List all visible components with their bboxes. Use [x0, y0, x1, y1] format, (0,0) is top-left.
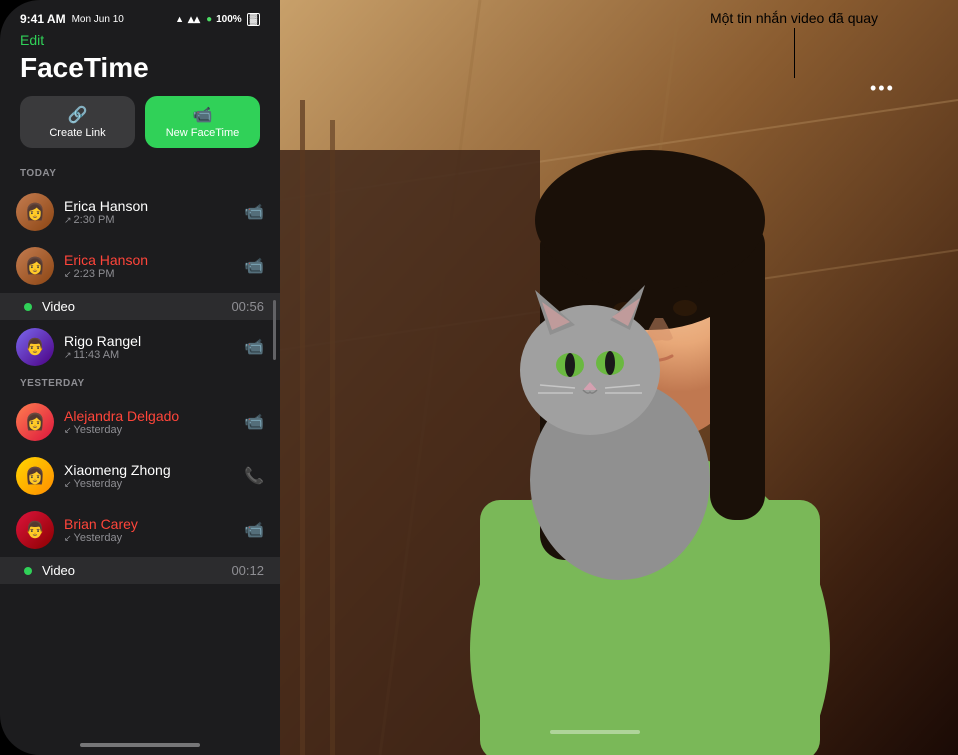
avatar-rigo: 👨 — [16, 328, 54, 366]
avatar-erica2: 👩 — [16, 247, 54, 285]
page-title: FaceTime — [0, 52, 280, 96]
video-call-icon[interactable]: 📹 — [244, 412, 264, 432]
action-buttons: 🔗 Create Link 📹 New FaceTime — [0, 96, 280, 164]
edit-button[interactable]: Edit — [0, 32, 280, 52]
call-time: ↙ Yesterday — [64, 532, 234, 544]
video-call-icon[interactable]: 📹 — [244, 337, 264, 357]
incoming-arrow-icon: ↙ — [64, 425, 72, 436]
call-info-brian: Brian Carey ↙ Yesterday — [64, 516, 234, 544]
annotation-text: Một tin nhắn video đã quay — [710, 10, 878, 26]
video-call-icon[interactable]: 📹 — [244, 202, 264, 222]
scroll-indicator — [273, 300, 276, 360]
call-info-erica1: Erica Hanson ↗ 2:30 PM — [64, 198, 234, 226]
call-item-erica2[interactable]: 👩 Erica Hanson ↙ 2:23 PM 📹 — [0, 239, 280, 293]
call-item-erica1[interactable]: 👩 Erica Hanson ↗ 2:30 PM 📹 — [0, 185, 280, 239]
call-item-xiaomeng[interactable]: 👩 Xiaomeng Zhong ↙ Yesterday 📞 — [0, 449, 280, 503]
avatar-alejandra: 👩 — [16, 403, 54, 441]
call-time: ↙ 2:23 PM — [64, 268, 234, 280]
home-indicator — [80, 743, 200, 747]
call-name: Xiaomeng Zhong — [64, 462, 234, 478]
call-name-missed: Erica Hanson — [64, 252, 234, 268]
video-label: Video — [42, 563, 221, 578]
new-facetime-button[interactable]: 📹 New FaceTime — [145, 96, 260, 148]
call-item-alejandra[interactable]: 👩 Alejandra Delgado ↙ Yesterday 📹 — [0, 395, 280, 449]
wifi-icon: ▴▴ — [188, 12, 200, 26]
video-camera-icon: 📹 — [193, 105, 213, 125]
outgoing-arrow-icon: ↗ — [64, 215, 72, 226]
app-container: 9:41 AM Mon Jun 10 ▲ ▴▴ ● 100% ▓ Edit Fa… — [0, 0, 958, 755]
create-link-button[interactable]: 🔗 Create Link — [20, 96, 135, 148]
avatar-brian: 👨 — [16, 511, 54, 549]
annotation-line — [794, 28, 795, 78]
call-item-rigo[interactable]: 👨 Rigo Rangel ↗ 11:43 AM 📹 — [0, 320, 280, 374]
call-info-rigo: Rigo Rangel ↗ 11:43 AM — [64, 333, 234, 361]
call-time: ↗ 11:43 AM — [64, 349, 234, 361]
incoming-arrow-icon: ↙ — [64, 533, 72, 544]
video-call-icon[interactable]: 📹 — [244, 256, 264, 276]
outgoing-arrow-icon: ↗ — [64, 350, 72, 361]
call-time: ↙ Yesterday — [64, 424, 234, 436]
call-time: ↙ Yesterday — [64, 478, 234, 490]
section-today: TODAY — [0, 164, 280, 185]
dots-menu[interactable]: ••• — [870, 78, 895, 99]
video-duration: 00:12 — [231, 563, 264, 578]
status-bar: 9:41 AM Mon Jun 10 ▲ ▴▴ ● 100% ▓ — [0, 0, 280, 32]
battery-text: 100% — [216, 14, 242, 25]
call-info-erica2: Erica Hanson ↙ 2:23 PM — [64, 252, 234, 280]
video-call-icon[interactable]: 📹 — [244, 520, 264, 540]
unread-dot — [24, 303, 32, 311]
call-name-missed: Alejandra Delgado — [64, 408, 234, 424]
section-yesterday: YESTERDAY — [0, 374, 280, 395]
new-facetime-label: New FaceTime — [166, 127, 240, 139]
call-list: TODAY 👩 Erica Hanson ↗ 2:30 PM 📹 — [0, 164, 280, 719]
phone-call-icon[interactable]: 📞 — [244, 466, 264, 486]
photo-panel: ••• Một tin nhắn video đã quay — [280, 0, 958, 755]
call-name: Erica Hanson — [64, 198, 234, 214]
incoming-arrow-icon: ↙ — [64, 269, 72, 280]
link-icon: 🔗 — [68, 105, 88, 125]
call-name: Rigo Rangel — [64, 333, 234, 349]
sidebar: 9:41 AM Mon Jun 10 ▲ ▴▴ ● 100% ▓ Edit Fa… — [0, 0, 280, 755]
video-message-row-erica[interactable]: Video 00:56 — [0, 293, 280, 320]
call-info-alejandra: Alejandra Delgado ↙ Yesterday — [64, 408, 234, 436]
create-link-label: Create Link — [49, 127, 105, 139]
video-duration: 00:56 — [231, 299, 264, 314]
avatar-xiaomeng: 👩 — [16, 457, 54, 495]
photo-background — [280, 0, 958, 755]
annotation: Một tin nhắn video đã quay — [630, 10, 958, 78]
unread-dot — [24, 567, 32, 575]
battery-icon: ▓ — [247, 13, 260, 26]
call-info-xiaomeng: Xiaomeng Zhong ↙ Yesterday — [64, 462, 234, 490]
video-label: Video — [42, 299, 221, 314]
outgoing-arrow-icon: ↙ — [64, 479, 72, 490]
signal-icon: ▲ — [175, 14, 184, 24]
call-item-brian[interactable]: 👨 Brian Carey ↙ Yesterday 📹 — [0, 503, 280, 557]
status-time: 9:41 AM — [20, 12, 66, 26]
video-message-row-brian[interactable]: Video 00:12 — [0, 557, 280, 584]
status-date: Mon Jun 10 — [72, 14, 124, 25]
call-time: ↗ 2:30 PM — [64, 214, 234, 226]
call-name-missed: Brian Carey — [64, 516, 234, 532]
status-right: ▲ ▴▴ ● 100% ▓ — [175, 12, 260, 26]
avatar-erica1: 👩 — [16, 193, 54, 231]
